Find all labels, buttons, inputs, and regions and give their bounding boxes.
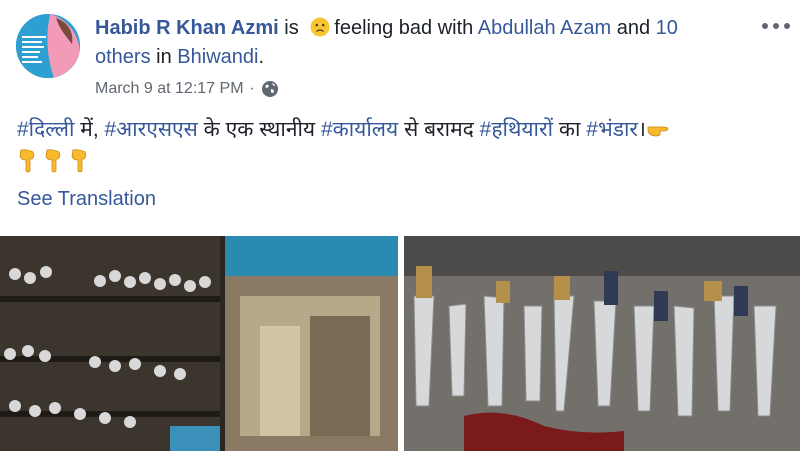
emoji-row xyxy=(17,148,91,178)
post-body: #दिल्ली में, #आरएसएस के एक स्थानीय #कार्… xyxy=(17,114,787,146)
timestamp-link[interactable]: March 9 at 12:17 PM xyxy=(95,80,244,98)
post-photo-weapons[interactable] xyxy=(404,236,800,451)
body-text-segment: । xyxy=(637,118,646,141)
tagged-person-link[interactable]: Abdullah Azam xyxy=(478,17,611,39)
body-text-segment: का xyxy=(553,118,587,141)
in-text: in xyxy=(156,46,172,68)
body-text-segment: में, xyxy=(74,118,105,141)
hashtag-link[interactable]: #दिल्ली xyxy=(17,118,74,141)
hashtag-link[interactable]: #भंडार xyxy=(586,118,638,141)
feeling-text: feeling bad with xyxy=(334,17,474,39)
post-meta: March 9 at 12:17 PM · xyxy=(95,80,279,98)
post-photo-shop[interactable] xyxy=(0,236,398,451)
and-text: and xyxy=(616,17,651,39)
dot-icon xyxy=(762,23,768,29)
author-name-link[interactable]: Habib R Khan Azmi xyxy=(95,17,279,39)
dot-icon xyxy=(773,23,779,29)
hashtag-link[interactable]: #कार्यालय xyxy=(321,118,398,141)
pointing-down-emoji-icon xyxy=(19,149,35,173)
pointing-down-emoji-icon xyxy=(71,149,87,173)
see-translation-link[interactable]: See Translation xyxy=(17,188,156,211)
hashtag-link[interactable]: #हथियारों xyxy=(480,118,553,141)
period-text: . xyxy=(258,46,265,68)
meta-separator: · xyxy=(249,80,255,97)
facebook-post: Habib R Khan Azmi is feeling bad with Ab… xyxy=(0,0,800,451)
body-text-segment: के एक स्थानीय xyxy=(197,118,321,141)
globe-icon[interactable] xyxy=(261,80,279,98)
sad-face-emoji-icon xyxy=(310,17,330,37)
author-avatar[interactable] xyxy=(16,14,80,78)
post-header: Habib R Khan Azmi is feeling bad with Ab… xyxy=(95,14,735,72)
more-options-icon[interactable] xyxy=(756,12,796,40)
is-text: is xyxy=(284,17,299,39)
dot-icon xyxy=(784,23,790,29)
pointing-right-emoji-icon xyxy=(647,126,669,137)
location-link[interactable]: Bhiwandi xyxy=(177,46,258,68)
pointing-down-emoji-icon xyxy=(45,149,61,173)
body-text-segment: से बरामद xyxy=(398,118,480,141)
hashtag-link[interactable]: #आरएसएस xyxy=(104,118,197,141)
